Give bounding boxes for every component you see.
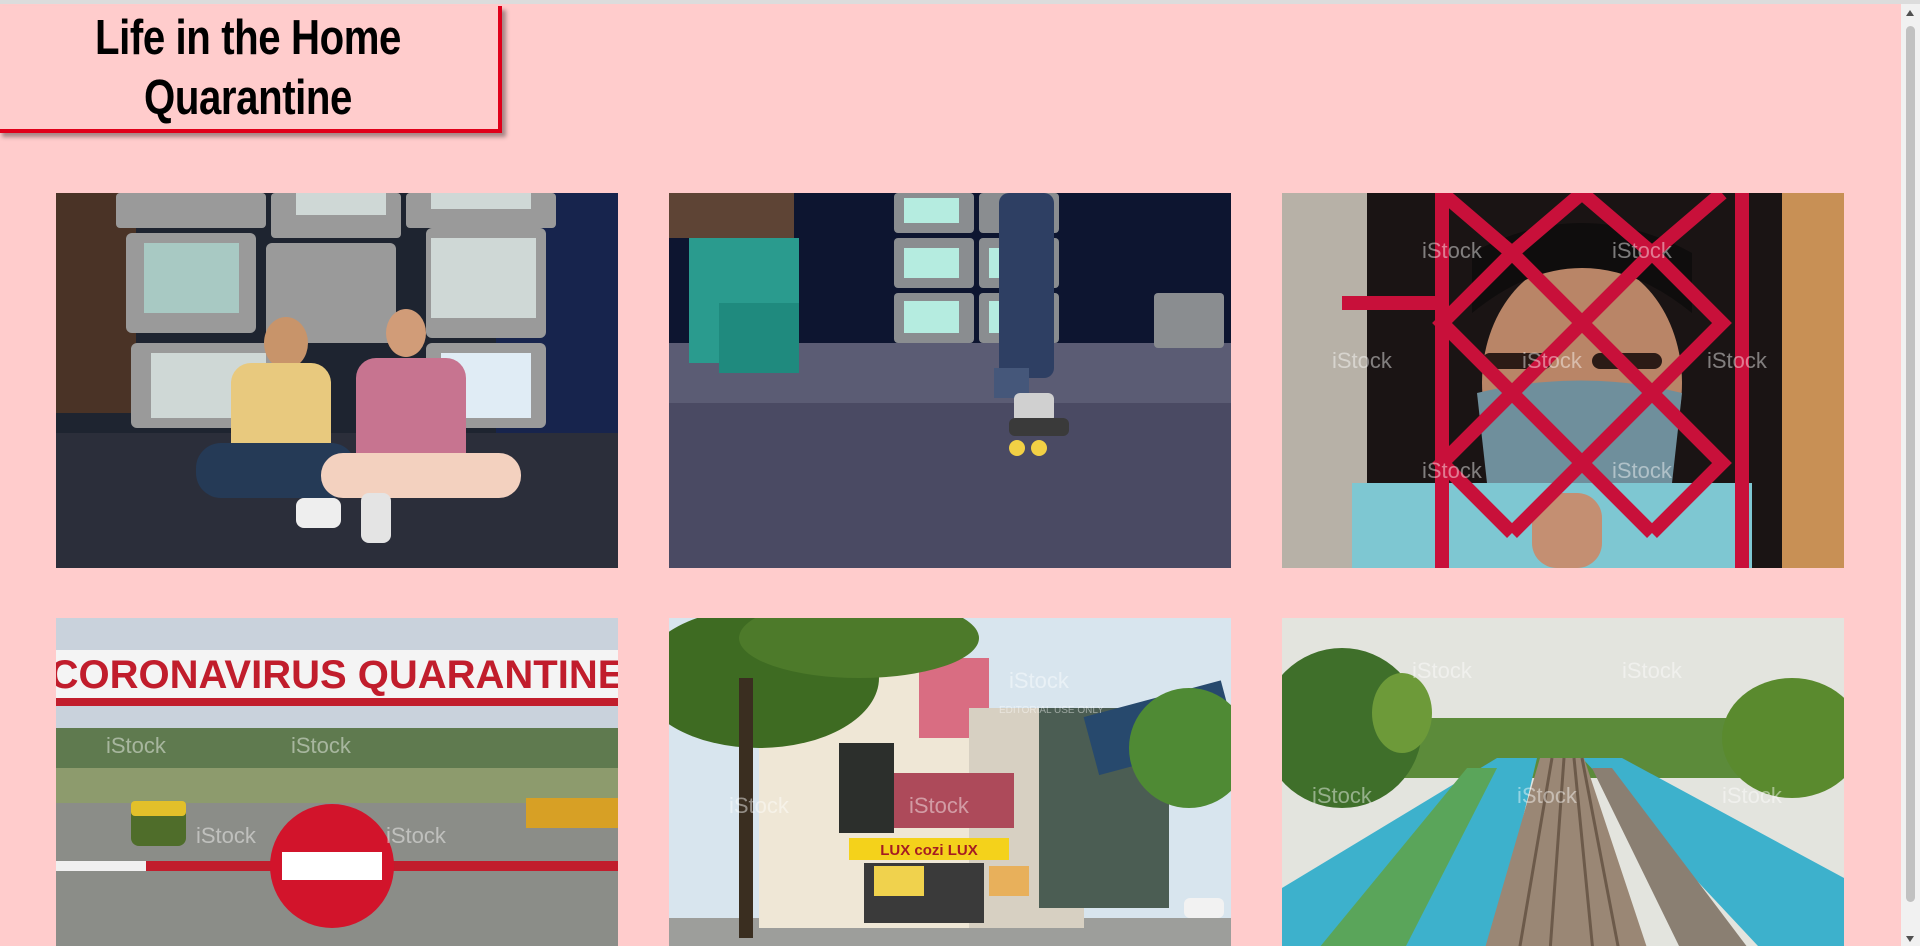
friends-with-tvs-image [56,193,618,568]
svg-text:iStock: iStock [1422,238,1483,263]
svg-text:iStock: iStock [1332,348,1393,373]
railway-station-image: iStock iStock iStock iStock iStock [1282,618,1844,946]
scroll-up-arrow-icon[interactable] [1906,10,1914,16]
svg-text:iStock: iStock [1522,348,1583,373]
svg-text:iStock: iStock [1707,348,1768,373]
svg-text:iStock: iStock [729,793,790,818]
gallery-image-1[interactable] [56,193,618,568]
svg-text:iStock: iStock [1622,658,1683,683]
gallery-image-2[interactable] [669,193,1231,568]
svg-text:iStock: iStock [1009,668,1070,693]
title-box: Life in the Home Quarantine [0,6,502,133]
gallery-image-4[interactable]: CORONAVIRUS QUARANTINE iStock iStock iSt… [56,618,618,946]
gallery-image-6[interactable]: iStock iStock iStock iStock iStock [1282,618,1844,946]
svg-text:iStock: iStock [291,733,352,758]
svg-text:iStock: iStock [1612,238,1673,263]
svg-text:CORONAVIRUS QUARANTINE: CORONAVIRUS QUARANTINE [56,653,618,697]
vertical-scrollbar[interactable] [1901,4,1920,946]
gallery-image-5[interactable]: LUX cozi LUX iStock iStock iStock EDITOR… [669,618,1231,946]
svg-text:iStock: iStock [1412,658,1473,683]
svg-text:EDITORIAL USE ONLY: EDITORIAL USE ONLY [999,705,1104,716]
coronavirus-barrier-image: CORONAVIRUS QUARANTINE iStock iStock iSt… [56,618,618,946]
svg-text:iStock: iStock [196,823,257,848]
svg-text:iStock: iStock [106,733,167,758]
svg-text:iStock: iStock [1722,783,1783,808]
gallery-image-3[interactable]: iStock iStock iStock iStock iStock iStoc… [1282,193,1844,568]
scrollbar-thumb[interactable] [1906,26,1915,902]
svg-text:iStock: iStock [1312,783,1373,808]
masked-woman-window-image: iStock iStock iStock iStock iStock iStoc… [1282,193,1844,568]
roller-skates-image [669,193,1231,568]
browser-top-edge [0,0,1920,4]
svg-text:iStock: iStock [386,823,447,848]
scroll-down-arrow-icon[interactable] [1906,936,1914,942]
svg-text:iStock: iStock [1422,458,1483,483]
empty-street-image: LUX cozi LUX iStock iStock iStock EDITOR… [669,618,1231,946]
svg-text:iStock: iStock [1517,783,1578,808]
page-title: Life in the Home Quarantine [95,10,401,125]
svg-text:iStock: iStock [1612,458,1673,483]
svg-text:iStock: iStock [909,793,970,818]
svg-text:LUX cozi LUX: LUX cozi LUX [880,842,978,859]
